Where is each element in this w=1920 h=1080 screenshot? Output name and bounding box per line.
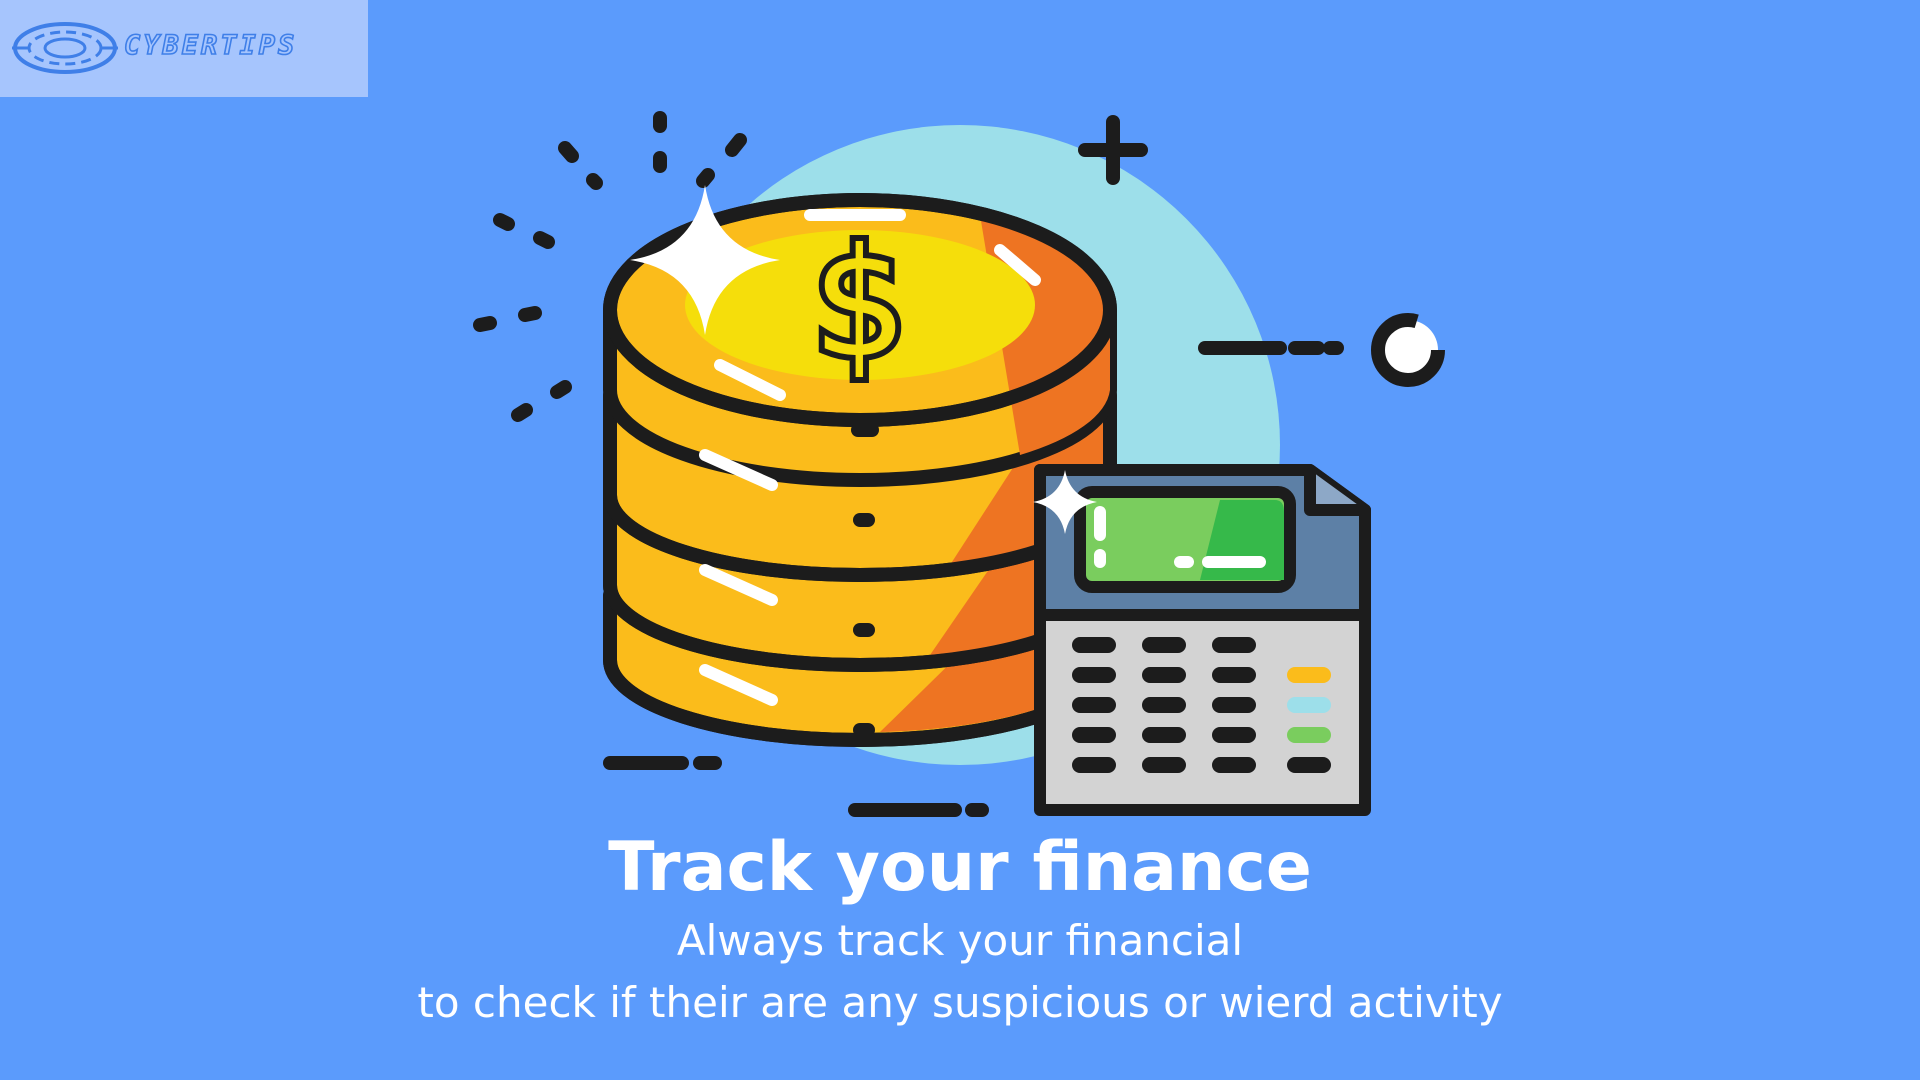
cybertips-logo-icon [12, 22, 118, 74]
finance-illustration: $ [473, 111, 1445, 817]
subtitle-line-2: to check if their are any suspicious or … [417, 978, 1503, 1027]
logo-text: CYBERTIPS [123, 29, 298, 62]
dollar-sign-icon: $ [812, 217, 907, 391]
logo-banner: CYBERTIPS [0, 0, 368, 97]
ring-icon [1371, 313, 1445, 387]
subtitle-line-1: Always track your financial [676, 916, 1244, 965]
page-title: Track your finance [608, 828, 1312, 907]
